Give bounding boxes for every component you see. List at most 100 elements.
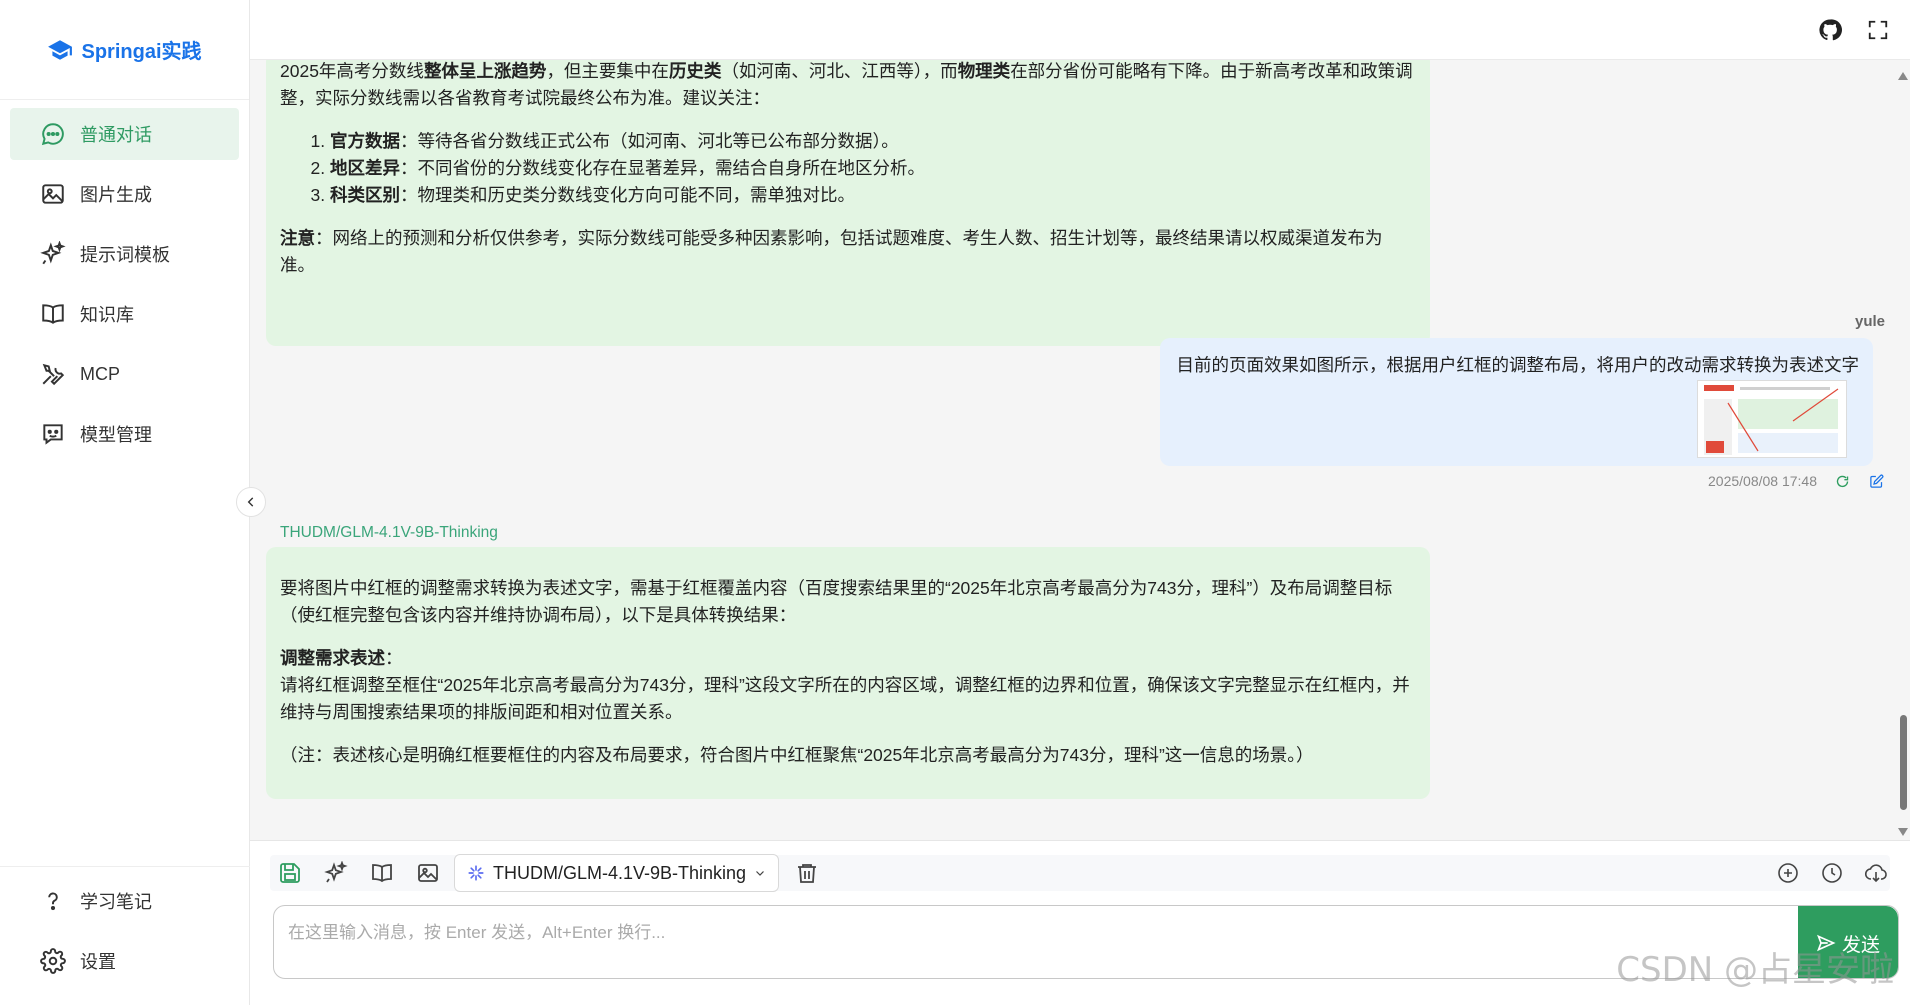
question-icon bbox=[48, 892, 58, 911]
sidebar-item-label: MCP bbox=[80, 363, 120, 384]
sparkles-icon bbox=[324, 861, 348, 883]
send-icon bbox=[1817, 934, 1836, 952]
sidebar-item-label: 普通对话 bbox=[80, 125, 152, 145]
chat-scrollbar[interactable] bbox=[1895, 60, 1910, 840]
text-span: ，但主要集中在 bbox=[546, 61, 669, 81]
text-span: ：不同省份的分数线变化存在显著差异，需结合自身所在地区分析。 bbox=[400, 158, 925, 178]
bold-text: 官方数据 bbox=[330, 131, 400, 151]
sidebar-item-label: 设置 bbox=[80, 952, 116, 972]
message-paragraph: 2025年高考分数线整体呈上涨趋势，但主要集中在历史类（如河南、河北、江西等），… bbox=[280, 60, 1416, 112]
composer-right-tools bbox=[1774, 855, 1890, 891]
chat-area: 2025年高考分数线整体呈上涨趋势，但主要集中在历史类（如河南、河北、江西等），… bbox=[250, 60, 1895, 840]
tools-icon bbox=[42, 363, 65, 386]
robot-face-icon bbox=[43, 424, 63, 445]
bold-text: 整体呈上涨趋势 bbox=[423, 61, 547, 81]
save-icon bbox=[280, 863, 300, 883]
suggestion-list: 官方数据：等待各省分数线正式公布（如河南、河北等已公布部分数据）。 地区差异：不… bbox=[330, 128, 1416, 209]
brand[interactable]: Springai实践 bbox=[0, 0, 249, 100]
message-paragraph: 要将图片中红框的调整需求转换为表述文字，需基于红框覆盖内容（百度搜索结果里的“2… bbox=[280, 578, 1393, 625]
list-item: 地区差异：不同省份的分数线变化存在显著差异，需结合自身所在地区分析。 bbox=[330, 155, 1416, 182]
assistant-message-1: 2025年高考分数线整体呈上涨趋势，但主要集中在历史类（如河南、河北、江西等），… bbox=[266, 60, 1430, 346]
graduation-cap-icon bbox=[47, 37, 73, 63]
sidebar-item-label: 知识库 bbox=[80, 305, 134, 325]
model-select[interactable]: THUDM/GLM-4.1V-9B-Thinking bbox=[454, 854, 780, 892]
sidebar-item-label: 图片生成 bbox=[80, 185, 152, 205]
message-input-box: 发送 bbox=[273, 905, 1899, 979]
sidebar-item-image-generation[interactable]: 图片生成 bbox=[10, 168, 239, 220]
user-message: 目前的页面效果如图所示，根据用户红框的调整布局，将用户的改动需求转换为表述文字 bbox=[1160, 338, 1873, 466]
user-message-text: 目前的页面效果如图所示，根据用户红框的调整布局，将用户的改动需求转换为表述文字 bbox=[1176, 355, 1860, 375]
scroll-thumb[interactable] bbox=[1900, 715, 1907, 810]
text-span: 2025年高考分数线 bbox=[280, 61, 424, 81]
sidebar-item-label: 提示词模板 bbox=[80, 245, 170, 265]
refresh-icon[interactable] bbox=[1833, 472, 1851, 490]
trash-icon bbox=[798, 864, 817, 883]
bold-text: 注意 bbox=[280, 228, 315, 248]
list-item: 科类区别：物理类和历史类分数线变化方向可能不同，需单独对比。 bbox=[330, 182, 1416, 209]
chat-bubble-icon bbox=[41, 123, 64, 146]
send-button-label: 发送 bbox=[1841, 934, 1880, 956]
github-icon[interactable] bbox=[1816, 16, 1844, 44]
composer: THUDM/GLM-4.1V-9B-Thinking 发送 bbox=[250, 840, 1910, 1005]
collapse-sidebar-button[interactable] bbox=[236, 487, 266, 517]
new-chat-button[interactable] bbox=[1774, 855, 1802, 891]
image-icon bbox=[42, 184, 64, 204]
bold-text: 物理类 bbox=[957, 61, 1011, 81]
clock-icon bbox=[1822, 863, 1842, 883]
sidebar-item-prompt-templates[interactable]: 提示词模板 bbox=[10, 228, 239, 280]
history-button[interactable] bbox=[1818, 855, 1846, 891]
text-span: （如河南、河北、江西等），而 bbox=[721, 61, 958, 81]
send-button[interactable]: 发送 bbox=[1798, 906, 1898, 978]
message-input[interactable] bbox=[274, 906, 1800, 978]
assistant-message-2: 要将图片中红框的调整需求转换为表述文字，需基于红框覆盖内容（百度搜索结果里的“2… bbox=[266, 547, 1430, 799]
user-name: yule bbox=[1854, 313, 1885, 330]
text-span: ：物理类和历史类分数线变化方向可能不同，需单独对比。 bbox=[400, 185, 855, 205]
sidebar: Springai实践 普通对话 图片生成 提示词模板 知识库 MCP 模型管理 bbox=[0, 0, 250, 1005]
knowledge-base-button[interactable] bbox=[362, 855, 402, 891]
edit-icon[interactable] bbox=[1867, 472, 1885, 490]
text-span: ：网络上的预测和分析仅供参考，实际分数线可能受多种因素影响，包括试题难度、考生人… bbox=[280, 228, 1383, 275]
sidebar-item-mcp[interactable]: MCP bbox=[10, 348, 239, 400]
clear-chat-button[interactable] bbox=[787, 855, 827, 891]
sidebar-item-chat[interactable]: 普通对话 bbox=[10, 108, 239, 160]
image-icon bbox=[418, 864, 438, 882]
sidebar-item-label: 学习笔记 bbox=[80, 892, 152, 912]
user-message-meta: 2025/08/08 17:48 bbox=[1708, 472, 1885, 490]
sidebar-item-study-notes[interactable]: 学习笔记 bbox=[10, 875, 240, 927]
bold-text: 调整需求表述 bbox=[280, 648, 385, 668]
text-span: ：等待各省分数线正式公布（如河南、河北等已公布部分数据）。 bbox=[400, 131, 899, 151]
brand-name: Springai实践 bbox=[81, 41, 202, 63]
prompt-template-button[interactable] bbox=[316, 855, 356, 891]
message-note: 注意：网络上的预测和分析仅供参考，实际分数线可能受多种因素影响，包括试题难度、考… bbox=[280, 225, 1416, 279]
attached-image-thumbnail[interactable] bbox=[1697, 380, 1847, 458]
cloud-download-icon bbox=[1864, 864, 1887, 883]
model-select-value: THUDM/GLM-4.1V-9B-Thinking bbox=[493, 862, 747, 883]
top-bar bbox=[250, 0, 1910, 60]
text-span: ： bbox=[385, 648, 403, 668]
message-heading: 调整需求表述： bbox=[280, 645, 1416, 672]
fullscreen-icon[interactable] bbox=[1864, 16, 1892, 44]
list-item: 官方数据：等待各省分数线正式公布（如河南、河北等已公布部分数据）。 bbox=[330, 128, 1416, 155]
sparkles-icon bbox=[40, 241, 66, 265]
bold-text: 历史类 bbox=[668, 61, 722, 81]
sidebar-item-settings[interactable]: 设置 bbox=[10, 935, 240, 987]
sidebar-item-label: 模型管理 bbox=[80, 425, 152, 445]
scroll-up-arrow[interactable] bbox=[1898, 72, 1908, 80]
save-button[interactable] bbox=[270, 855, 310, 891]
scroll-down-arrow[interactable] bbox=[1898, 828, 1908, 836]
sidebar-item-model-management[interactable]: 模型管理 bbox=[10, 408, 239, 460]
sidebar-item-knowledge-base[interactable]: 知识库 bbox=[10, 288, 239, 340]
download-button[interactable] bbox=[1862, 855, 1890, 891]
image-upload-button[interactable] bbox=[408, 855, 448, 891]
plus-circle-icon bbox=[1778, 863, 1798, 883]
chevron-down-icon bbox=[756, 871, 765, 876]
model-logo-icon bbox=[468, 865, 484, 881]
chevron-left-icon bbox=[247, 497, 254, 507]
composer-toolbar: THUDM/GLM-4.1V-9B-Thinking bbox=[270, 854, 1890, 892]
assistant-model-label: THUDM/GLM-4.1V-9B-Thinking bbox=[280, 524, 498, 541]
bold-text: 科类区别 bbox=[330, 185, 400, 205]
message-timestamp: 2025/08/08 17:48 bbox=[1708, 473, 1817, 489]
book-icon bbox=[42, 304, 64, 324]
book-icon bbox=[372, 864, 392, 883]
message-paragraph: 请将红框调整至框住“2025年北京高考最高分为743分，理科”这段文字所在的内容… bbox=[280, 675, 1410, 722]
